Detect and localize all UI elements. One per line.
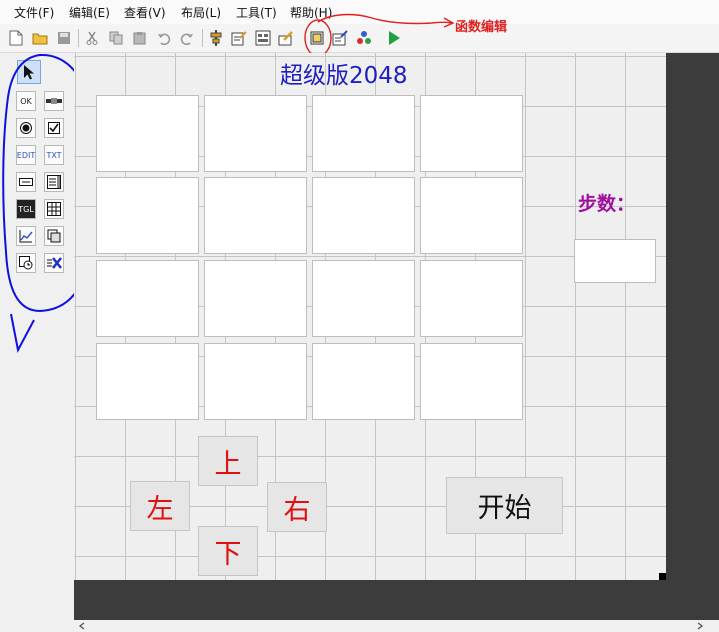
tile[interactable] — [96, 177, 199, 254]
tile[interactable] — [204, 260, 307, 337]
down-button[interactable]: 下 — [198, 526, 258, 576]
right-button[interactable]: 右 — [267, 482, 327, 532]
function-edit-annotation — [304, 13, 455, 57]
tile[interactable] — [204, 177, 307, 254]
tile[interactable] — [204, 343, 307, 420]
start-button[interactable]: 开始 — [446, 477, 563, 534]
game-title: 超级版2048 — [280, 63, 408, 89]
resize-handle[interactable] — [659, 573, 666, 580]
tile[interactable] — [312, 177, 415, 254]
up-button[interactable]: 上 — [198, 436, 258, 486]
tile[interactable] — [420, 95, 523, 172]
tile[interactable] — [312, 260, 415, 337]
scroll-right-icon[interactable] — [696, 622, 704, 630]
canvas-surround-bottom — [74, 580, 666, 620]
steps-field[interactable] — [574, 239, 656, 283]
canvas-surround-right — [666, 53, 719, 620]
scroll-left-icon[interactable] — [78, 622, 86, 630]
tile[interactable] — [420, 177, 523, 254]
tile[interactable] — [96, 95, 199, 172]
tile[interactable] — [420, 260, 523, 337]
tile[interactable] — [96, 343, 199, 420]
horizontal-scrollbar[interactable] — [74, 620, 719, 632]
tile[interactable] — [312, 343, 415, 420]
tile[interactable] — [312, 95, 415, 172]
tile[interactable] — [96, 260, 199, 337]
function-edit-label: 函数编辑 — [455, 20, 508, 35]
left-button[interactable]: 左 — [130, 481, 190, 531]
tile[interactable] — [204, 95, 307, 172]
steps-label: 步数： — [578, 193, 636, 215]
tile[interactable] — [420, 343, 523, 420]
